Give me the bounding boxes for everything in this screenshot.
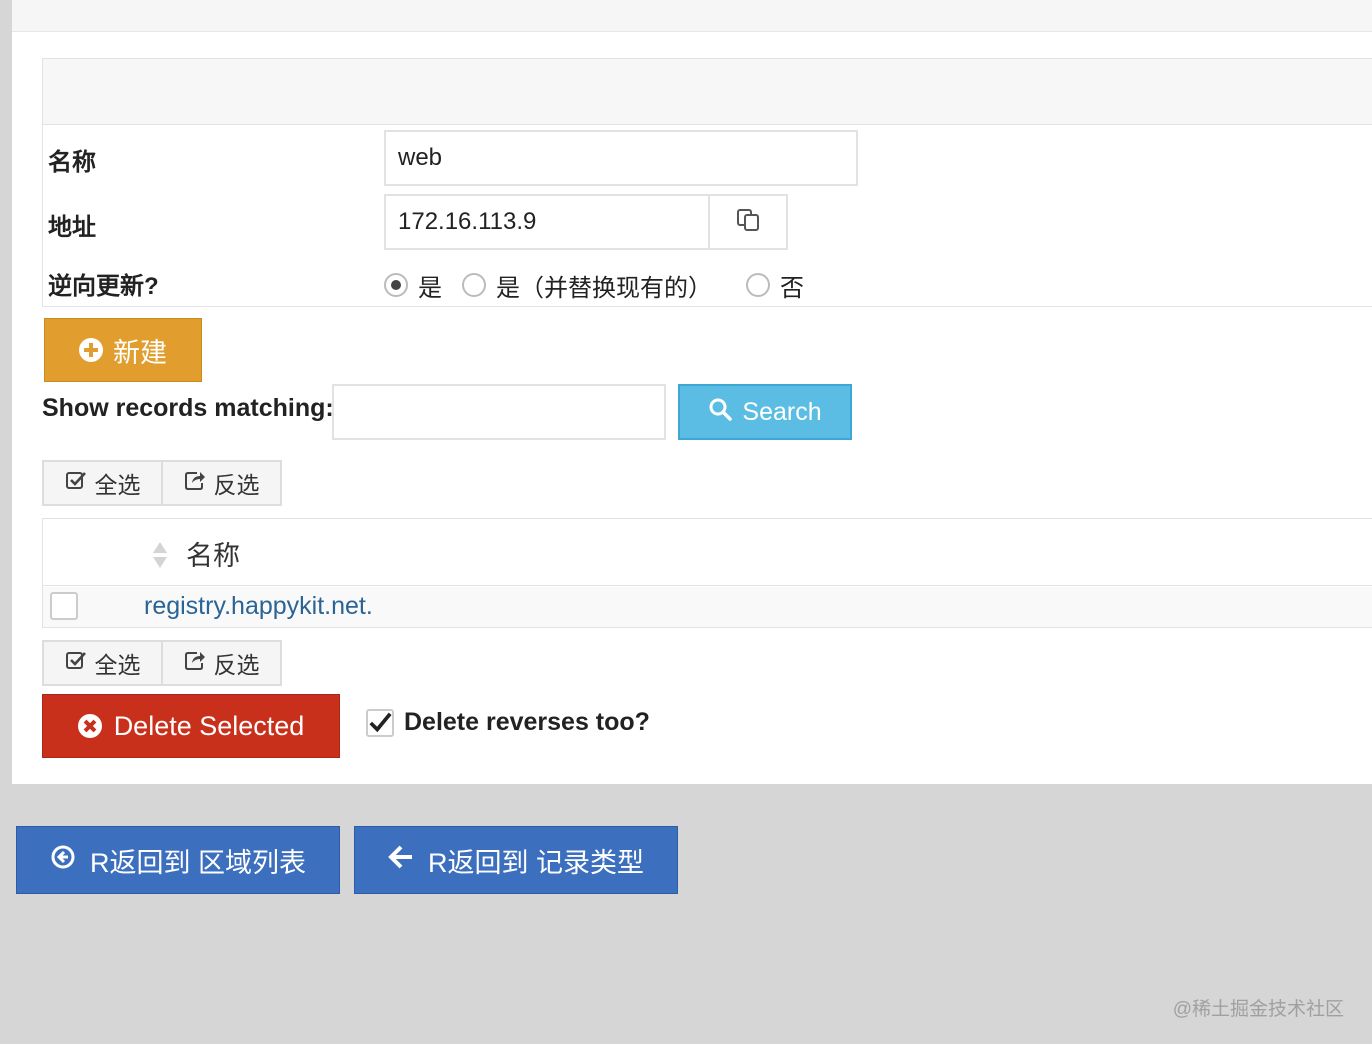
name-label: 名称 (48, 149, 96, 176)
new-button[interactable]: 新建 (44, 318, 202, 382)
plus-circle-icon (79, 338, 103, 362)
back-to-zone-list-label: R返回到 区域列表 (90, 847, 306, 878)
back-to-zone-list-button[interactable]: R返回到 区域列表 (16, 826, 340, 894)
back-to-record-types-button[interactable]: R返回到 记录类型 (354, 826, 678, 894)
reverse-radio-yes-replace[interactable] (462, 273, 486, 297)
address-input[interactable]: 172.16.113.9 (384, 194, 710, 250)
watermark: @稀土掘金技术社区 (1172, 999, 1344, 1020)
select-all-button[interactable]: 全选 (44, 462, 161, 504)
select-all-label: 全选 (94, 472, 141, 498)
form-header (43, 59, 1372, 125)
check-square-icon (65, 469, 87, 497)
reverse-option-yes: 是 (418, 274, 442, 302)
search-input[interactable] (332, 384, 666, 440)
reverse-option-no: 否 (780, 274, 804, 302)
invert-selection-label: 反选 (213, 472, 260, 498)
invert-selection-button[interactable]: 反选 (161, 462, 280, 504)
invert-selection-button[interactable]: 反选 (161, 642, 280, 684)
copy-icon (735, 207, 761, 238)
reverse-radio-no[interactable] (746, 273, 770, 297)
delete-reverses-label: Delete reverses too? (404, 708, 650, 736)
reverse-label: 逆向更新? (48, 273, 159, 300)
column-header-name[interactable]: 名称 (186, 534, 240, 573)
share-square-icon (184, 649, 206, 677)
delete-reverses-option: Delete reverses too? (366, 708, 650, 737)
record-link[interactable]: registry.happykit.net. (144, 592, 373, 621)
copy-button[interactable] (708, 194, 788, 250)
checkmark-icon (369, 712, 392, 732)
delete-selected-label: Delete Selected (113, 710, 305, 741)
top-bar (12, 0, 1372, 32)
selection-toolbar-bottom: 全选 反选 (42, 640, 282, 686)
select-all-button[interactable]: 全选 (44, 642, 161, 684)
selection-toolbar-top: 全选 反选 (42, 460, 282, 506)
search-icon (708, 397, 733, 428)
address-label: 地址 (48, 214, 96, 241)
share-square-icon (184, 469, 206, 497)
search-label: Show records matching: (42, 394, 334, 422)
invert-selection-label: 反选 (213, 652, 260, 678)
delete-selected-button[interactable]: Delete Selected (42, 694, 340, 758)
new-button-label: 新建 (113, 337, 167, 368)
arrow-circle-left-icon (50, 844, 76, 877)
search-button[interactable]: Search (678, 384, 852, 440)
name-input[interactable]: web (384, 130, 858, 186)
sort-icon[interactable] (152, 540, 168, 570)
select-all-label: 全选 (94, 652, 141, 678)
check-square-icon (65, 649, 87, 677)
reverse-option-yes-replace: 是（并替换现有的） (496, 274, 712, 302)
reverse-radio-group: 是 是（并替换现有的） 否 (384, 268, 824, 302)
search-button-label: Search (742, 397, 822, 426)
table-header (43, 520, 1372, 586)
arrow-left-icon (388, 844, 414, 877)
delete-reverses-checkbox[interactable] (366, 708, 394, 737)
times-circle-icon (77, 714, 102, 738)
reverse-radio-yes[interactable] (384, 273, 408, 297)
row-checkbox[interactable] (50, 592, 78, 620)
back-to-record-types-label: R返回到 记录类型 (428, 847, 644, 878)
